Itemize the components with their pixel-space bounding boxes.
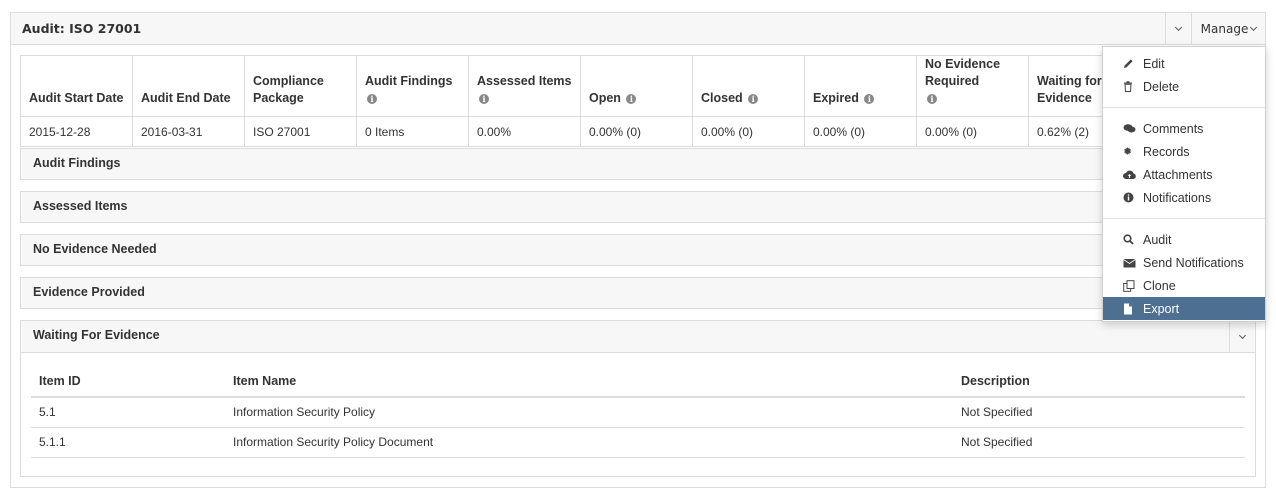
menu-item-send-notifications[interactable]: Send Notifications: [1103, 251, 1265, 274]
info-icon[interactable]: i: [479, 94, 489, 104]
summary-header-row: Audit Start Date Audit End Date Complian…: [20, 55, 1256, 117]
info-icon[interactable]: i: [626, 94, 637, 104]
menu-item-comments[interactable]: Comments: [1103, 117, 1265, 140]
trash-icon: [1123, 81, 1137, 92]
search-icon: [1123, 234, 1137, 245]
info-icon[interactable]: i: [927, 94, 937, 104]
col-description[interactable]: Description: [953, 365, 1245, 398]
col-expired: Expired i: [804, 55, 917, 117]
chevron-down-icon: [1174, 23, 1183, 31]
manage-button[interactable]: Manage: [1191, 13, 1265, 44]
col-assessed-items: Assessed Items i: [468, 55, 581, 117]
menu-divider: [1103, 107, 1265, 108]
expired-value: 0.00% (0): [804, 116, 917, 147]
section-title: Assessed Items: [33, 199, 128, 213]
item-name-cell: Information Security Policy Document: [225, 427, 953, 458]
col-no-evidence-required: No Evidence Required i: [916, 55, 1029, 117]
item-id-cell: 5.1: [31, 397, 225, 428]
closed-value: 0.00% (0): [692, 116, 805, 147]
section-audit-findings[interactable]: Audit Findings: [20, 148, 1256, 180]
section-collapse-button[interactable]: [1229, 321, 1255, 352]
col-closed: Closed i: [692, 55, 805, 117]
section-title: Audit Findings: [33, 156, 121, 170]
description-cell: Not Specified: [953, 397, 1245, 428]
audit-start-date-value: 2015-12-28: [20, 116, 133, 147]
menu-item-records[interactable]: ✹ Records: [1103, 140, 1265, 163]
no-evidence-required-value: 0.00% (0): [916, 116, 1029, 147]
collapse-toggle-button[interactable]: [1165, 13, 1191, 44]
menu-divider: [1103, 218, 1265, 219]
menu-item-attachments[interactable]: Attachments: [1103, 163, 1265, 186]
section-no-evidence-needed[interactable]: No Evidence Needed: [20, 234, 1256, 266]
audit-findings-value: 0 Items: [356, 116, 469, 147]
waiting-items-table: Item ID Item Name Description 5.1 Inform…: [31, 365, 1245, 458]
menu-item-export[interactable]: Export: [1103, 297, 1265, 320]
col-open: Open i: [580, 55, 693, 117]
audit-summary-table: Audit Start Date Audit End Date Complian…: [20, 55, 1256, 147]
section-evidence-provided[interactable]: Evidence Provided: [20, 277, 1256, 309]
item-name-cell: Information Security Policy: [225, 397, 953, 428]
envelope-icon: [1123, 258, 1137, 268]
table-row[interactable]: 5.1 Information Security Policy Not Spec…: [31, 397, 1245, 428]
file-icon: [1123, 303, 1137, 315]
section-assessed-items[interactable]: Assessed Items: [20, 191, 1256, 223]
section-title: No Evidence Needed: [33, 242, 157, 256]
info-icon[interactable]: i: [367, 94, 377, 104]
manage-dropdown-menu: Edit Delete Comments ✹ Records Attachmen…: [1102, 46, 1266, 322]
menu-item-audit[interactable]: Audit: [1103, 228, 1265, 251]
item-id-cell: 5.1.1: [31, 427, 225, 458]
info-icon[interactable]: i: [748, 94, 759, 104]
audit-panel: Audit: ISO 27001 Manage Audit Start Date…: [10, 12, 1266, 488]
chevron-down-icon: [1250, 23, 1258, 31]
audit-end-date-value: 2016-03-31: [132, 116, 245, 147]
manage-label: Manage: [1200, 21, 1249, 36]
chevron-down-icon: [1238, 331, 1247, 339]
pencil-icon: [1123, 58, 1137, 69]
section-waiting-for-evidence: Waiting For Evidence Item ID Item Name D…: [20, 320, 1256, 477]
menu-item-clone[interactable]: Clone: [1103, 274, 1265, 297]
menu-item-delete[interactable]: Delete: [1103, 75, 1265, 98]
comments-icon: [1123, 123, 1137, 134]
compliance-package-value: ISO 27001: [244, 116, 357, 147]
assessed-items-value: 0.00%: [468, 116, 581, 147]
description-cell: Not Specified: [953, 427, 1245, 458]
menu-item-notifications[interactable]: Notifications: [1103, 186, 1265, 209]
clone-icon: [1123, 279, 1137, 292]
col-compliance-package: Compliance Package: [244, 55, 357, 117]
info-icon[interactable]: i: [864, 94, 875, 104]
page-title: Audit: ISO 27001: [22, 21, 142, 36]
panel-header: Audit: ISO 27001 Manage: [11, 13, 1265, 45]
col-item-id[interactable]: Item ID: [31, 365, 225, 398]
table-row[interactable]: 5.1.1 Information Security Policy Docume…: [31, 427, 1245, 458]
col-audit-findings: Audit Findings i: [356, 55, 469, 117]
info-circle-icon: [1123, 192, 1137, 203]
items-header-row: Item ID Item Name Description: [31, 365, 1245, 398]
cloud-upload-icon: [1123, 170, 1137, 180]
col-audit-start-date: Audit Start Date: [20, 55, 133, 117]
col-item-name[interactable]: Item Name: [225, 365, 953, 398]
section-header[interactable]: Waiting For Evidence: [21, 321, 1255, 353]
col-audit-end-date: Audit End Date: [132, 55, 245, 117]
menu-item-edit[interactable]: Edit: [1103, 52, 1265, 75]
open-value: 0.00% (0): [580, 116, 693, 147]
section-title: Waiting For Evidence: [33, 328, 160, 342]
gear-icon: ✹: [1123, 146, 1133, 158]
summary-row: 2015-12-28 2016-03-31 ISO 27001 0 Items …: [20, 116, 1256, 147]
section-title: Evidence Provided: [33, 285, 145, 299]
